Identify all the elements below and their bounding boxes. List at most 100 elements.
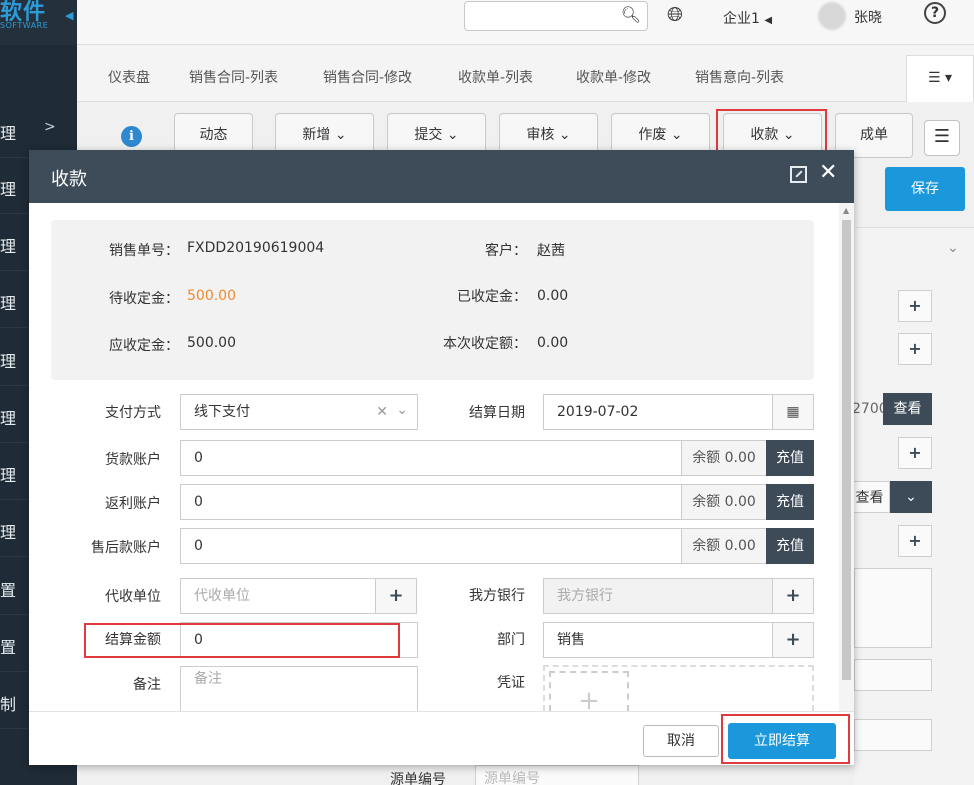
due-deposit: 500.00 [187,335,236,351]
scrollbar-thumb[interactable] [842,220,851,680]
chevron-down-icon[interactable]: ⌄ [396,393,408,427]
company-switcher[interactable]: 企业1 ◀ [723,8,772,28]
collector-input[interactable]: 代收单位 [180,578,376,614]
close-icon[interactable]: ✕ [819,162,837,184]
modal-footer: 取消 立即结算 [29,711,854,765]
voucher-label: 凭证 [497,675,525,691]
info-icon[interactable]: i [121,126,142,147]
order-no: FXDD20190619004 [187,240,325,256]
add-button[interactable]: + [898,437,932,469]
current-deposit-label: 本次收定额： [443,336,527,352]
current-deposit: 0.00 [537,335,569,351]
collect-modal: 收款 ✕ ▲ 销售单号： FXDD20190619004 客户： 赵茜 待收定金… [29,150,854,765]
upload-plus-icon[interactable]: + [549,671,629,716]
tabs-menu-button[interactable]: ☰ ▾ [906,55,974,103]
clear-icon[interactable]: ✕ [376,395,388,429]
settle-date-input[interactable]: 2019-07-02 [543,394,773,430]
aftersale-account-input[interactable]: 0 [180,528,682,564]
tab-sales-intent-list[interactable]: 销售意向-列表 [695,67,784,87]
chevron-down-icon[interactable]: ⌄ [890,481,932,513]
goods-account-charge-button[interactable]: 充值 [766,440,814,476]
dept-label: 部门 [497,632,525,648]
voucher-upload-area[interactable]: + [543,665,814,716]
background-bottom: 源单编号 源单编号 [77,765,855,785]
remark-textarea[interactable]: 备注 [180,666,418,711]
rebate-account-balance: 余额 0.00 [681,484,767,520]
source-no-label: 源单编号 [390,772,446,785]
goods-account-balance: 余额 0.00 [681,440,767,476]
cancel-button[interactable]: 取消 [643,725,719,757]
logo[interactable]: 软件 SOFTWARE ◀ [0,0,77,45]
view-button[interactable]: 查看 [883,393,932,425]
source-no-input[interactable]: 源单编号 [475,765,639,785]
tab-bar: 仪表盘 销售合同-列表 销售合同-修改 收款单-列表 收款单-修改 销售意向-列… [77,45,974,103]
chevron-right-icon: > [44,119,56,135]
input-field[interactable] [854,719,932,751]
save-button[interactable]: 保存 [885,167,965,211]
add-button[interactable]: + [898,525,932,557]
our-bank-label: 我方银行 [469,588,525,604]
tab-receipt-edit[interactable]: 收款单-修改 [576,67,651,87]
help-icon[interactable]: ? [924,2,946,24]
pending-deposit: 500.00 [187,288,236,304]
tab-dashboard[interactable]: 仪表盘 [108,67,150,87]
our-bank-input[interactable]: 我方银行 [543,578,773,614]
textarea[interactable] [854,568,932,648]
username[interactable]: 张晓 [854,7,882,27]
customer-label: 客户： [485,243,527,259]
chevron-down-icon: ⌄ [334,127,347,143]
rebate-account-charge-button[interactable]: 充值 [766,484,814,520]
modal-header: 收款 ✕ [29,150,854,203]
pending-deposit-label: 待收定金： [109,291,179,307]
tab-sales-contract-list[interactable]: 销售合同-列表 [189,67,278,87]
search-icon[interactable]: 🔍︎ [621,5,641,24]
order-no-label: 销售单号： [109,243,179,259]
collapse-caret-icon[interactable]: ◀ [65,9,73,22]
settle-date-label: 结算日期 [469,405,525,421]
rebate-account-label: 返利账户 [105,496,161,512]
aftersale-account-balance: 余额 0.00 [681,528,767,564]
due-deposit-label: 应收定金： [109,338,179,354]
aftersale-account-label: 售后款账户 [91,540,161,556]
customer: 赵茜 [537,243,565,259]
background-form: ⌄ + + 2700 查看 + 查看 ⌄ + [849,227,974,785]
amount-label: 结算金额 [105,632,161,648]
rebate-account-input[interactable]: 0 [180,484,682,520]
add-dept-button[interactable]: + [772,622,814,658]
view-button[interactable]: 查看 [849,481,890,513]
amount-input[interactable]: 0 [180,622,418,658]
add-button[interactable]: + [898,290,932,322]
pay-method-label: 支付方式 [105,405,161,421]
aftersale-account-charge-button[interactable]: 充值 [766,528,814,564]
globe-icon[interactable]: 🌐︎ [667,2,683,26]
add-bank-button[interactable]: + [772,578,814,614]
received-deposit: 0.00 [537,288,569,304]
calendar-icon[interactable]: ▦ [772,394,814,430]
tab-sales-contract-edit[interactable]: 销售合同-修改 [323,67,412,87]
chevron-down-icon: ⌄ [446,127,459,143]
brand-logo-subtext: SOFTWARE [0,21,49,30]
pay-method-select[interactable]: 线下支付 ✕ ⌄ [180,394,418,430]
goods-account-label: 货款账户 [105,452,161,468]
received-deposit-label: 已收定金： [457,289,527,305]
chevron-down-icon[interactable]: ⌄ [947,240,959,256]
add-collector-button[interactable]: + [375,578,417,614]
more-menu-button[interactable]: ☰ [924,120,960,156]
input-field[interactable] [854,659,932,691]
remark-label: 备注 [133,677,161,693]
add-button[interactable]: + [898,333,932,365]
scrollbar[interactable]: ▲ [839,203,854,711]
maximize-icon[interactable] [790,166,807,183]
avatar[interactable] [817,1,847,31]
collector-label: 代收单位 [105,589,161,605]
dept-input[interactable]: 销售 [543,622,773,658]
tab-receipt-list[interactable]: 收款单-列表 [458,67,533,87]
search-input[interactable]: 🔍︎ [464,1,648,31]
goods-account-input[interactable]: 0 [180,440,682,476]
chevron-down-icon: ⌄ [558,127,571,143]
settle-now-button[interactable]: 立即结算 [728,723,836,759]
top-bar: 🔍︎ 🌐︎ 企业1 ◀ 张晓 ? [77,0,974,45]
chevron-down-icon: ⌄ [782,127,795,143]
scroll-up-icon[interactable]: ▲ [843,206,849,215]
chevron-down-icon: ⌄ [670,127,683,143]
